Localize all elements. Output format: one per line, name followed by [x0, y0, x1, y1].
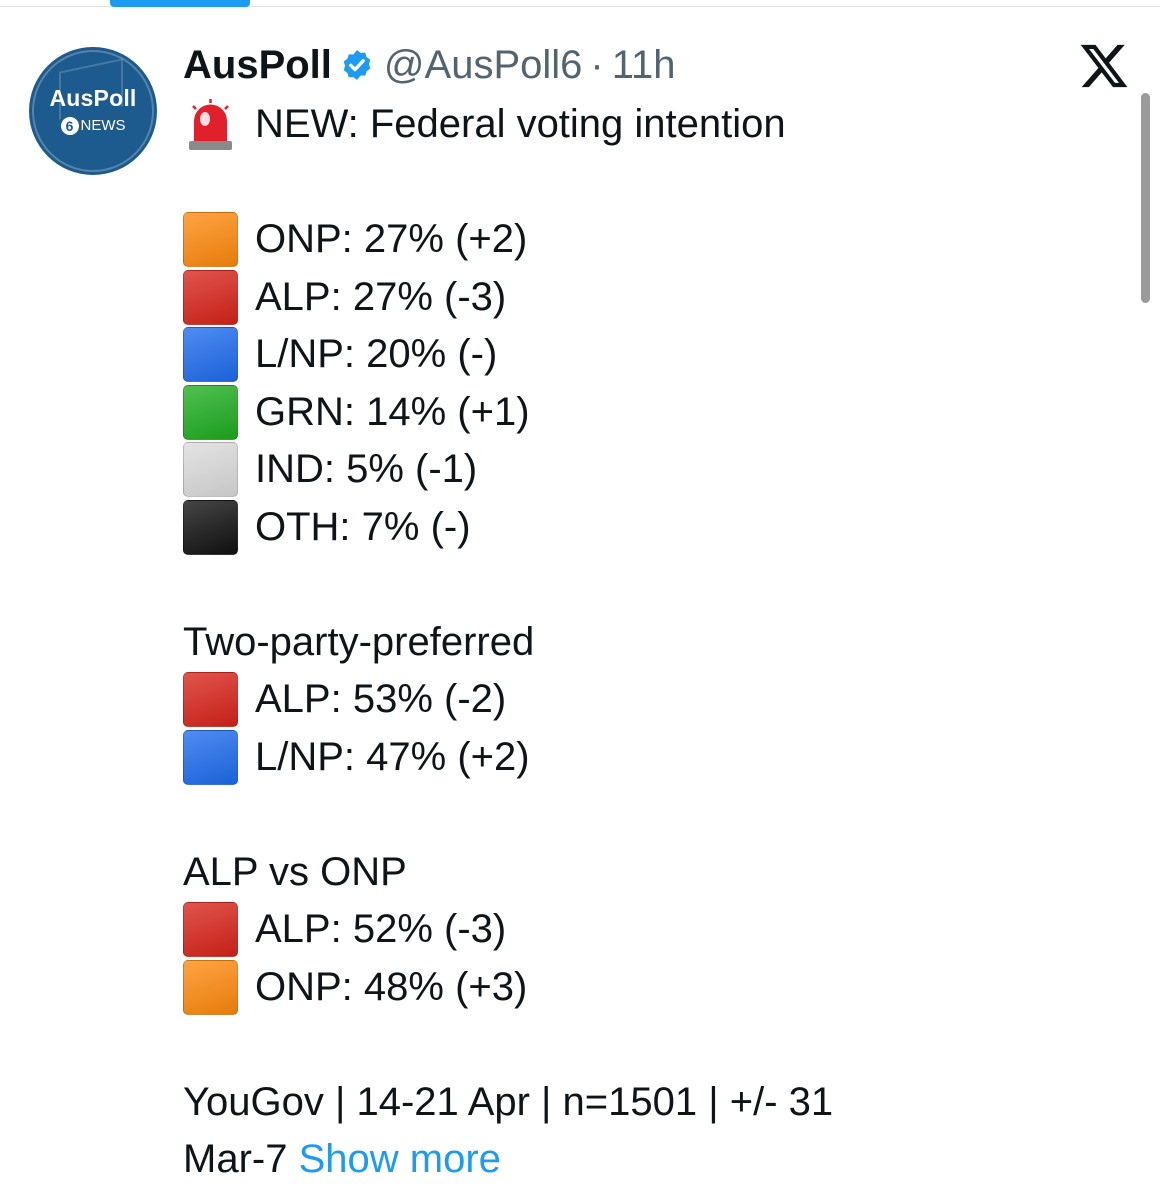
avatar-logo-sub-text: NEWS	[80, 117, 126, 134]
tpp-line-lnp: L/NP: 47% (+2)	[183, 729, 1083, 787]
party-line-text: ONP: 27% (+2)	[255, 217, 528, 262]
red-square-icon	[183, 269, 238, 325]
party-line-text: ALP: 27% (-3)	[255, 274, 507, 319]
party-line-text: GRN: 14% (+1)	[255, 389, 530, 434]
author-handle[interactable]: @AusPoll6	[384, 43, 582, 88]
footer-line-2-text: Mar-7	[183, 1137, 288, 1182]
orange-square-icon	[183, 959, 238, 1015]
tpp-line-alp: ALP: 53% (-2)	[183, 671, 1083, 729]
active-tab-indicator	[110, 0, 250, 7]
blue-square-icon	[183, 729, 238, 785]
vs-line-text: ONP: 48% (+3)	[255, 964, 528, 1009]
author-name[interactable]: AusPoll	[183, 43, 332, 88]
avatar-logo-badge: 6	[60, 117, 79, 136]
scrollbar-thumb[interactable]	[1141, 93, 1150, 303]
red-square-icon	[183, 672, 238, 728]
footer-line-2: Mar-7 Show more	[183, 1131, 1083, 1189]
post-header: AusPoll @AusPoll6 · 11h	[183, 40, 676, 90]
vs-line-text: ALP: 52% (-3)	[255, 907, 507, 952]
tpp-line-text: L/NP: 47% (+2)	[255, 734, 530, 779]
orange-square-icon	[183, 212, 238, 268]
footer-line-1: YouGov | 14-21 Apr | n=1501 | +/- 31	[183, 1079, 834, 1124]
vs-heading: ALP vs ONP	[183, 849, 407, 894]
party-line-text: IND: 5% (-1)	[255, 447, 478, 492]
party-line-lnp: L/NP: 20% (-)	[183, 326, 1083, 384]
vs-line-onp: ONP: 48% (+3)	[183, 959, 1083, 1017]
tpp-heading: Two-party-preferred	[183, 619, 535, 664]
headline-text: NEW: Federal voting intention	[255, 102, 786, 147]
avatar-logo-title: AusPoll	[49, 85, 137, 111]
white-square-icon	[183, 442, 238, 498]
party-line-onp: ONP: 27% (+2)	[183, 211, 1083, 269]
show-more-link[interactable]: Show more	[299, 1137, 501, 1182]
tpp-line-text: ALP: 53% (-2)	[255, 677, 507, 722]
vs-line-alp: ALP: 52% (-3)	[183, 901, 1083, 959]
headline-line: NEW: Federal voting intention	[183, 96, 1083, 154]
blue-square-icon	[183, 327, 238, 383]
post-timestamp[interactable]: 11h	[612, 43, 676, 88]
party-line-alp: ALP: 27% (-3)	[183, 269, 1083, 327]
black-square-icon	[183, 499, 238, 555]
party-line-grn: GRN: 14% (+1)	[183, 384, 1083, 442]
party-line-text: L/NP: 20% (-)	[255, 332, 498, 377]
x-logo-icon[interactable]	[1078, 40, 1130, 92]
avatar[interactable]: AusPoll 6 NEWS	[29, 47, 157, 175]
green-square-icon	[183, 384, 238, 440]
party-line-oth: OTH: 7% (-)	[183, 499, 1083, 557]
siren-icon	[189, 99, 232, 151]
party-line-text: OTH: 7% (-)	[255, 504, 471, 549]
post-body: NEW: Federal voting intention ONP: 27% (…	[183, 96, 1083, 1189]
red-square-icon	[183, 902, 238, 958]
header-separator: ·	[590, 42, 604, 87]
avatar-logo-subtitle: 6 NEWS	[29, 117, 157, 136]
party-line-ind: IND: 5% (-1)	[183, 441, 1083, 499]
verified-badge-icon	[343, 50, 371, 80]
